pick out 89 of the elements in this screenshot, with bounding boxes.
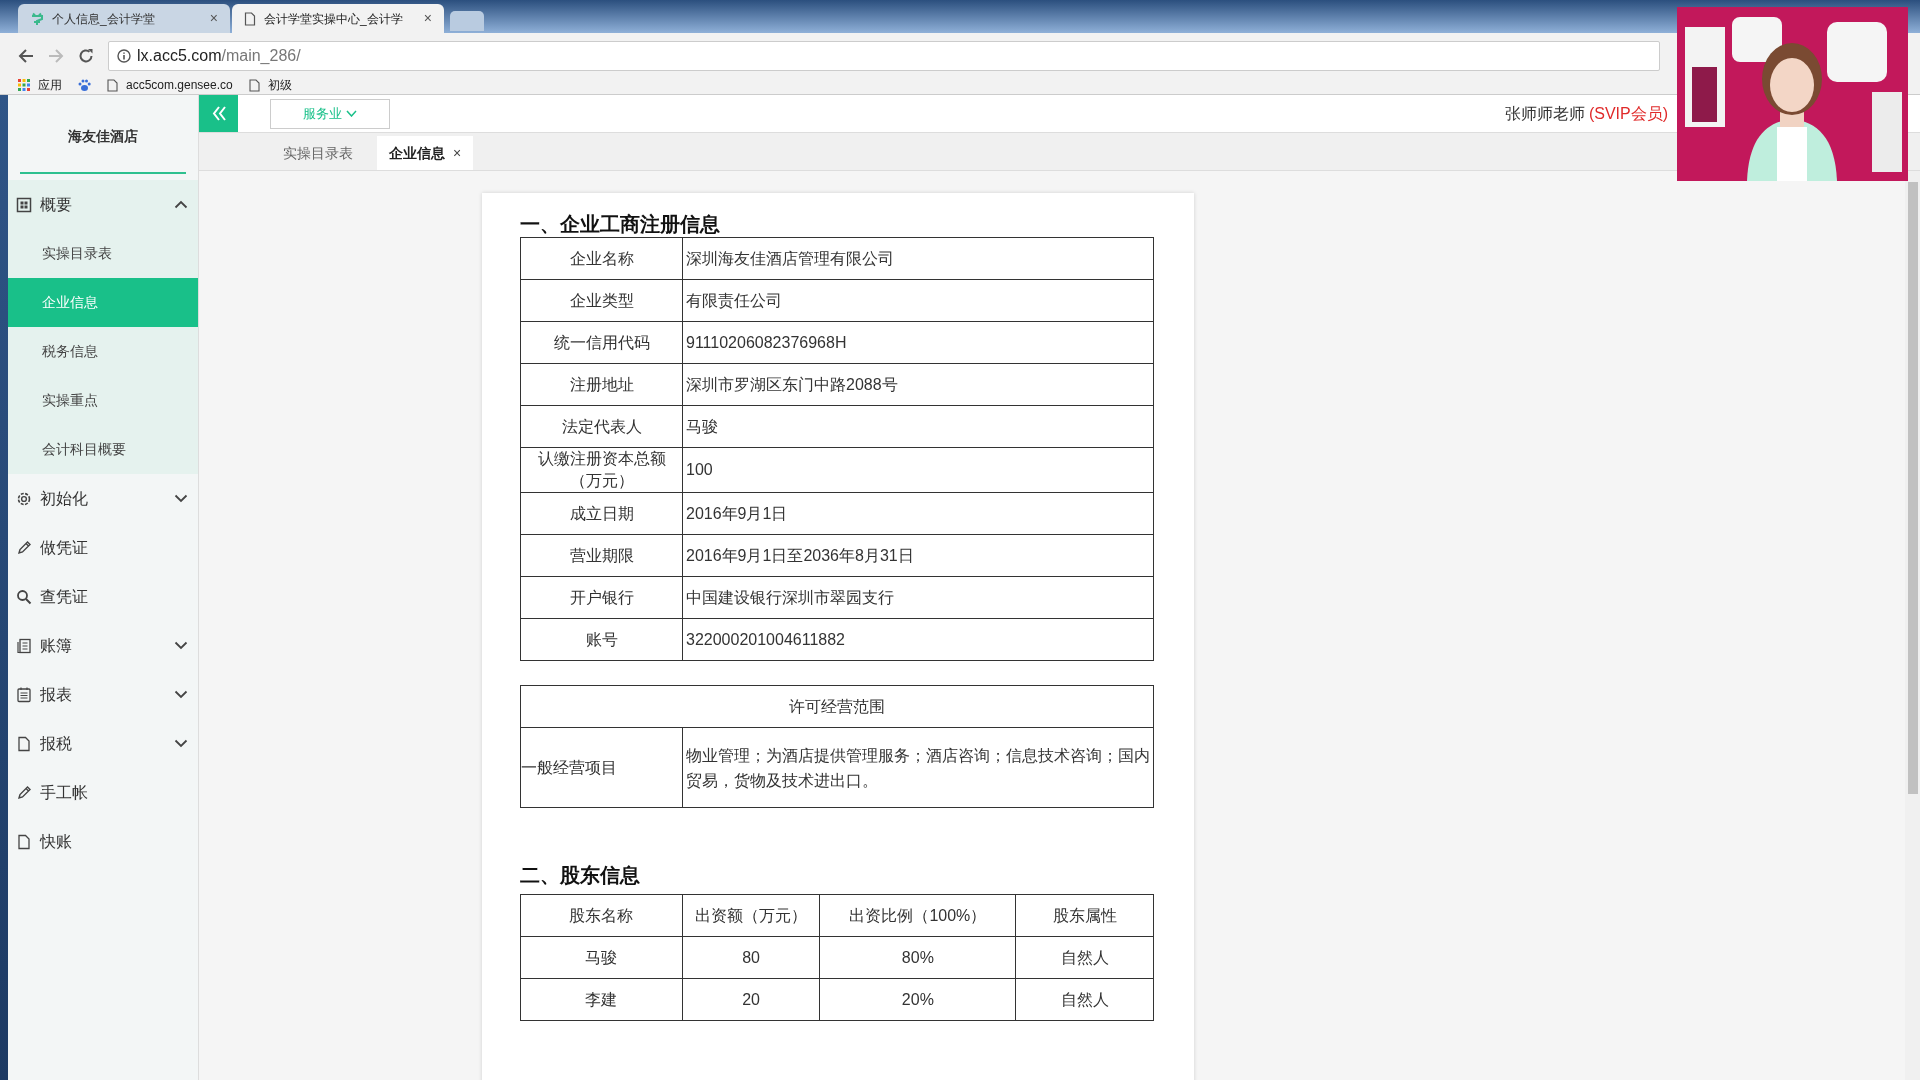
chevron-down-icon[interactable] (174, 641, 188, 650)
section-title: 二、股东信息 (520, 863, 641, 888)
table-cell: 自然人 (1015, 978, 1154, 1021)
paw-icon[interactable] (78, 78, 91, 92)
book-icon (16, 637, 32, 654)
table-header-cell: 许可经营范围 (520, 685, 1154, 728)
table-cell: 马骏 (682, 405, 1154, 448)
table-cell: 马骏 (520, 936, 683, 979)
caret-icon (346, 110, 357, 117)
page-tab[interactable]: 企业信息 × (377, 136, 474, 170)
table-cell: 企业名称 (520, 237, 683, 280)
company-name: 海友佳酒店 (68, 127, 138, 146)
menu-item[interactable]: 做凭证 (8, 523, 198, 572)
table-cell: 2016年9月1日至2036年8月31日 (682, 534, 1154, 577)
bookmark-item[interactable]: acc5com.gensee.co (107, 76, 233, 94)
close-button[interactable]: × (209, 8, 218, 29)
table-cell: 李建 (520, 978, 683, 1021)
table-cell: 100 (682, 447, 1154, 493)
back-icon[interactable] (18, 47, 34, 64)
close-button[interactable]: × (453, 142, 462, 164)
file-icon (107, 78, 118, 92)
table-header-cell: 股东名称 (520, 894, 683, 937)
bookmark-item[interactable]: 初级 (248, 76, 292, 94)
membership-label: (SVIP会员) (1588, 103, 1668, 124)
submenu-item[interactable]: 实操重点 (8, 376, 198, 425)
logo-icon (30, 11, 44, 26)
menu-item[interactable]: 查凭证 (8, 572, 198, 621)
table-cell: 注册地址 (520, 363, 683, 406)
menu-item[interactable]: 初始化 (8, 474, 198, 523)
table-cell: 80 (682, 936, 820, 979)
table-cell: 开户银行 (520, 576, 683, 619)
close-button[interactable]: × (423, 8, 432, 29)
submenu-item[interactable]: 税务信息 (8, 327, 198, 376)
table-header-cell: 出资额（万元） (682, 894, 820, 937)
table-cell: 中国建设银行深圳市翠园支行 (682, 576, 1154, 619)
table-cell: 成立日期 (520, 492, 683, 535)
table-cell: 自然人 (1015, 936, 1154, 979)
table-cell: 有限责任公司 (682, 279, 1154, 322)
table-header-cell: 出资比例（100%） (820, 894, 1016, 937)
browser-tab[interactable]: 个人信息_会计学堂 × (18, 4, 230, 33)
table-cell: 统一信用代码 (520, 321, 683, 364)
file-icon (16, 833, 32, 850)
list-icon (16, 686, 32, 703)
info-icon (117, 48, 131, 63)
search-icon (16, 588, 32, 605)
menu-item[interactable]: 概要 (8, 180, 198, 229)
table-cell: 一般经营项目 (520, 727, 683, 808)
menu-item[interactable]: 手工帐 (8, 768, 198, 817)
scrollbar[interactable] (1905, 171, 1920, 1080)
table-cell: 2016年9月1日 (682, 492, 1154, 535)
chevron-down-icon[interactable] (174, 739, 188, 748)
address-field[interactable]: lx.acc5.com/main_286/ (108, 40, 1660, 71)
menu-item[interactable]: 报税 (8, 719, 198, 768)
table-cell: 80% (820, 936, 1016, 979)
table-cell: 认缴注册资本总额（万元） (520, 447, 683, 493)
table-cell: 深圳海友佳酒店管理有限公司 (682, 237, 1154, 280)
page-tab[interactable]: 实操目录表 (271, 136, 365, 170)
file-icon (248, 78, 260, 92)
browser-tab[interactable]: 会计学堂实操中心_会计学 × (232, 4, 444, 33)
submenu-item[interactable]: 会计科目概要 (8, 425, 198, 474)
apps-icon (18, 79, 30, 91)
menu-item[interactable]: 账簿 (8, 621, 198, 670)
section-title: 一、企业工商注册信息 (520, 212, 721, 237)
settings-icon (16, 490, 32, 507)
table-cell: 企业类型 (520, 279, 683, 322)
table-cell: 91110206082376968H (682, 321, 1154, 364)
table-cell: 20 (682, 978, 820, 1021)
table-cell: 深圳市罗湖区东门中路2088号 (682, 363, 1154, 406)
chevron-down-icon[interactable] (174, 494, 188, 503)
chevron-down-icon[interactable] (174, 690, 188, 699)
chevron-up-icon[interactable] (174, 200, 188, 209)
table-cell: 营业期限 (520, 534, 683, 577)
grid-icon (16, 196, 32, 213)
table-header-cell: 股东属性 (1015, 894, 1154, 937)
bookmark-item[interactable]: 应用 (18, 76, 62, 94)
menu-item[interactable]: 快账 (8, 817, 198, 866)
table-cell: 法定代表人 (520, 405, 683, 448)
menu-item[interactable]: 报表 (8, 670, 198, 719)
pencil-icon (16, 784, 32, 801)
submenu-item[interactable]: 实操目录表 (8, 229, 198, 278)
user-name: 张师师老师 (1504, 103, 1585, 124)
reload-icon[interactable] (78, 47, 94, 64)
pencil-icon (16, 539, 32, 556)
table-cell: 20% (820, 978, 1016, 1021)
table-cell: 账号 (520, 618, 683, 661)
file-icon (16, 735, 32, 752)
table-cell: 322000201004611882 (682, 618, 1154, 661)
table-cell: 物业管理；为酒店提供管理服务；酒店咨询；信息技术咨询；国内贸易，货物及技术进出口。 (682, 727, 1154, 808)
file-icon (244, 11, 256, 26)
